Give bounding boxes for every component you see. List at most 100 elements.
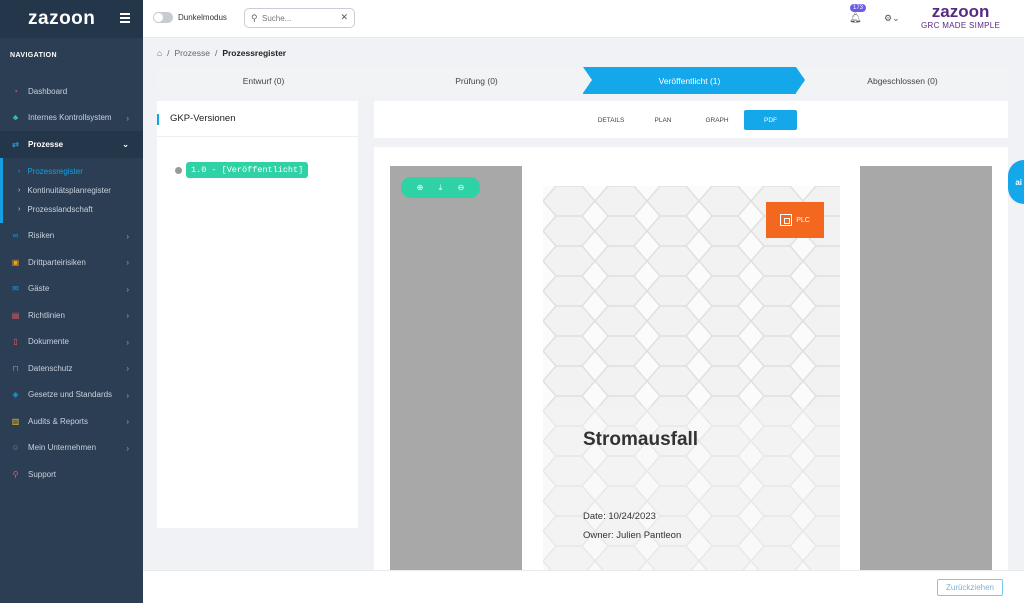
brand-name: zazoon (931, 2, 990, 21)
sidebar-item-dokumente[interactable]: ▯ Dokumente › (0, 329, 143, 356)
box-icon: ▣ (11, 257, 20, 267)
topbar: Dunkelmodus ⚲ ✕ 173 🔔︎ ⚙⌄ zazoon GRC MAD… (143, 0, 1024, 38)
breadcrumb: ⌂ / Prozesse / Prozessregister (157, 48, 286, 58)
sidebar-item-risiken[interactable]: ∞ Risiken › (0, 223, 143, 250)
pdf-page: PLC Stromausfall Date: 10/24/2023 Owner:… (543, 186, 840, 570)
sidebar: zazoon NAVIGATION ◔ Dashboard ♣ Internes… (0, 0, 143, 603)
step-veroeffentlicht[interactable]: Veröffentlicht (1) (583, 67, 796, 94)
breadcrumb-separator: / (214, 48, 218, 58)
withdraw-button[interactable]: Zurückziehen (937, 579, 1003, 596)
step-label: Entwurf (0) (242, 75, 285, 86)
sidebar-item-datenschutz[interactable]: ⊓ Datenschutz › (0, 355, 143, 382)
sidebar-subitem-label: Kontinuitätsplanregister (27, 185, 111, 195)
sidebar-subitem-label: Prozesslandschaft (27, 204, 93, 214)
file-icon: ▯ (13, 337, 18, 347)
sidebar-item-gaeste[interactable]: ✉ Gäste › (0, 276, 143, 303)
sidebar-item-label: Drittparteirisiken (28, 257, 86, 267)
sidebar-item-label: Gesetze und Standards (28, 390, 113, 400)
zoom-in-icon[interactable]: ⊕ (417, 183, 424, 192)
versions-panel: GKP-Versionen 1.0 - [Veröffentlicht] (157, 101, 358, 528)
notification-badge: 173 (850, 4, 867, 12)
sidebar-item-richtlinien[interactable]: ▤ Richtlinien › (0, 302, 143, 329)
step-label: Abgeschlossen (0) (867, 75, 938, 86)
sidebar-item-label: Internes Kontrollsystem (28, 113, 112, 123)
breadcrumb-item-prozesse[interactable]: Prozesse (175, 48, 210, 58)
chevron-right-icon: › (18, 186, 21, 194)
sidebar-item-label: Audits & Reports (28, 416, 89, 426)
pdf-toolbar: ⊕ ⤓ ⊖ (401, 177, 480, 198)
zoom-out-icon[interactable]: ⊖ (458, 183, 465, 192)
step-pruefung[interactable]: Prüfung (0) (370, 67, 583, 94)
chevron-down-icon: ⌄ (122, 140, 129, 149)
sidebar-item-label: Dokumente (28, 337, 69, 347)
shield-icon: ◈ (12, 390, 19, 400)
dark-mode-label: Dunkelmodus (178, 13, 227, 22)
sidebar-subitem-kontinuitaetsplanregister[interactable]: › Kontinuitätsplanregister (3, 181, 143, 200)
sidebar-item-label: Support (28, 469, 57, 479)
tab-graph[interactable]: GRAPH (699, 110, 735, 130)
sidebar-subitem-label: Prozessregister (27, 166, 83, 176)
search-input[interactable] (262, 12, 337, 25)
navigation-section-label: NAVIGATION (10, 52, 57, 59)
sidebar-logo: zazoon (28, 8, 96, 29)
brand-logo: zazoon GRC MADE SIMPLE (921, 3, 1000, 31)
tab-plan[interactable]: PLAN (649, 110, 677, 130)
sidebar-item-label: Prozesse (28, 139, 64, 149)
sidebar-item-support[interactable]: ⚲ Support (0, 461, 143, 488)
chart-icon: ▥ (11, 416, 20, 426)
download-icon[interactable]: ⤓ (439, 183, 443, 193)
sidebar-subitem-prozessregister[interactable]: › Prozessregister (3, 162, 143, 181)
sidebar-item-label: Mein Unternehmen (28, 443, 97, 453)
sidebar-item-prozesse[interactable]: ⇄ Prozesse ⌄ (0, 131, 143, 158)
viewer-background-left (390, 166, 522, 570)
chevron-right-icon: › (18, 205, 21, 213)
hamburger-menu-icon[interactable] (120, 13, 130, 25)
dark-mode-toggle[interactable] (153, 12, 173, 23)
tab-details[interactable]: DETAILS (592, 110, 630, 130)
breadcrumb-current: Prozessregister (222, 48, 287, 58)
sidebar-item-internes-kontrollsystem[interactable]: ♣ Internes Kontrollsystem › (0, 105, 143, 132)
mail-icon: ✉ (12, 284, 19, 294)
sidebar-item-drittparteirisiken[interactable]: ▣ Drittparteirisiken › (0, 249, 143, 276)
dashboard-icon: ◔ (13, 86, 18, 96)
home-icon[interactable]: ⌂ (157, 48, 162, 58)
sidebar-item-dashboard[interactable]: ◔ Dashboard (0, 78, 143, 105)
document-title: Stromausfall (583, 429, 699, 450)
bell-icon[interactable]: 🔔︎ (849, 13, 862, 24)
gear-icon[interactable]: ⚙⌄ (884, 13, 900, 24)
chevron-right-icon: › (126, 390, 129, 400)
sidebar-item-label: Datenschutz (28, 363, 73, 373)
viewer-background-right (860, 166, 992, 570)
search-box: ⚲ ✕ (244, 8, 355, 28)
step-entwurf[interactable]: Entwurf (0) (157, 67, 370, 94)
version-badge[interactable]: 1.0 - [Veröffentlicht] (186, 162, 309, 178)
versions-title: GKP-Versionen (157, 101, 358, 137)
plc-logo-text: PLC (796, 216, 810, 224)
sidebar-item-label: Richtlinien (28, 310, 65, 320)
chevron-right-icon: › (126, 417, 129, 426)
document-date: Date: 10/24/2023 (583, 511, 656, 522)
sidebar-item-audits-reports[interactable]: ▥ Audits & Reports › (0, 408, 143, 435)
brand-tagline: GRC MADE SIMPLE (921, 21, 1001, 30)
step-label: Veröffentlicht (1) (658, 75, 721, 86)
lock-icon: ⊓ (12, 363, 19, 373)
sidebar-item-mein-unternehmen[interactable]: ☺ Mein Unternehmen › (0, 435, 143, 462)
process-icon: ⇄ (12, 139, 19, 149)
step-arrow (796, 67, 805, 93)
clear-search-icon[interactable]: ✕ (340, 12, 348, 23)
step-abgeschlossen[interactable]: Abgeschlossen (0) (796, 67, 1009, 94)
chevron-right-icon: › (126, 311, 129, 320)
version-item[interactable]: 1.0 - [Veröffentlicht] (175, 162, 309, 178)
chevron-right-icon: › (18, 167, 21, 175)
ai-assistant-tab[interactable]: ai (1008, 160, 1024, 204)
tab-label: GRAPH (705, 116, 729, 124)
chevron-right-icon: › (126, 231, 129, 241)
sidebar-item-gesetze-und-standards[interactable]: ◈ Gesetze und Standards › (0, 382, 143, 409)
sidebar-subitem-prozesslandschaft[interactable]: › Prozesslandschaft (3, 200, 143, 219)
chevron-right-icon: › (126, 443, 129, 453)
sidebar-header: zazoon (0, 0, 143, 38)
step-arrow (583, 67, 592, 93)
sidebar-item-label: Gäste (28, 284, 50, 294)
tab-pdf[interactable]: PDF (744, 110, 797, 130)
document-owner: Owner: Julien Pantleon (583, 530, 682, 541)
